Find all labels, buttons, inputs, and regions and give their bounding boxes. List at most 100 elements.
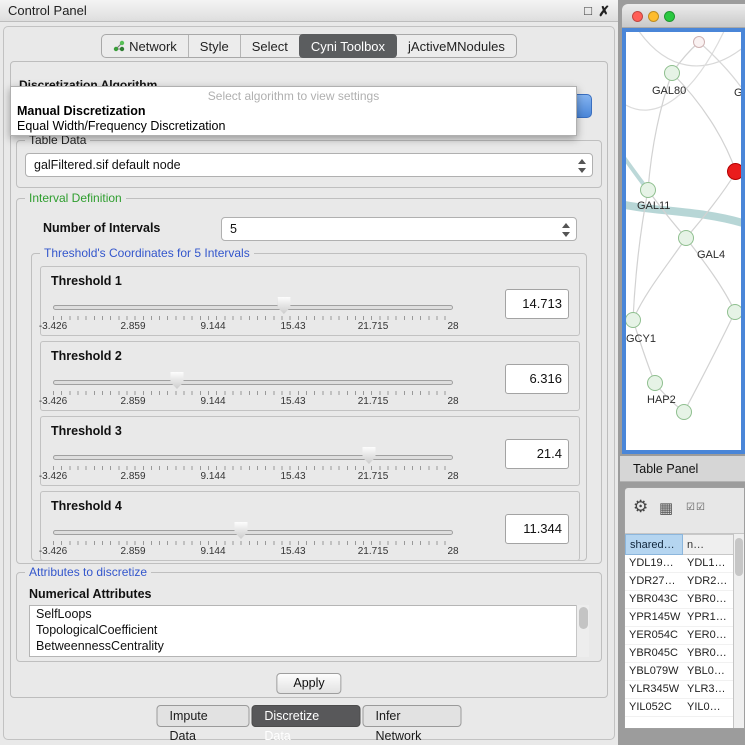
table-cell[interactable]: YER0… [683,627,735,644]
network-node[interactable] [676,404,692,420]
slider-track[interactable] [53,455,453,460]
network-node-gal11[interactable] [640,182,656,198]
float-window-icon[interactable]: □ [584,3,592,19]
attributes-scrollbar-thumb[interactable] [579,607,588,629]
table-row[interactable]: YBR043CYBR0… [625,591,735,609]
slider-track[interactable] [53,305,453,310]
tab-jactivemnodules[interactable]: jActiveMNodules [397,35,516,57]
table-cell[interactable]: YPR1… [683,609,735,626]
tab-select[interactable]: Select [240,35,299,57]
table-cell[interactable]: YDR27… [625,573,683,590]
table-cell[interactable]: YLR345W [625,681,683,698]
table-scrollbar[interactable] [733,534,744,728]
node-label-gcy1: GCY1 [626,333,656,345]
network-node-hap2[interactable] [647,375,663,391]
network-node-gal80[interactable] [664,65,680,81]
slider-scale-label: 2.859 [120,546,145,557]
threshold-slider[interactable]: -3.4262.8599.14415.4321.71528 [53,522,453,556]
threshold-value-box[interactable]: 6.316 [505,364,569,394]
table-row[interactable]: YPR145WYPR1… [625,609,735,627]
table-cell[interactable]: YBL0… [683,663,735,680]
network-icon [113,40,125,52]
interval-definition-group-label: Interval Definition [25,191,126,205]
table-row[interactable]: YER054CYER0… [625,627,735,645]
slider-scale-label: 21.715 [358,396,389,407]
minimize-traffic-light-icon[interactable] [648,11,659,22]
tab-discretize-data[interactable]: Discretize Data [251,705,360,727]
table-data-combobox[interactable]: galFiltered.sif default node [25,153,593,177]
combo-stepper-icon[interactable] [561,222,571,238]
table-cell[interactable]: YBR0… [683,591,735,608]
attribute-item[interactable]: SelfLoops [30,606,588,622]
network-node-gcy1[interactable] [625,312,641,328]
threshold-value-box[interactable]: 21.4 [505,439,569,469]
network-node-gal4[interactable] [678,230,694,246]
numerical-attributes-list[interactable]: SelfLoopsTopologicalCoefficientBetweenne… [29,605,589,657]
slider-thumb-icon[interactable] [235,522,248,539]
tab-style[interactable]: Style [188,35,240,57]
table-cell[interactable]: YBR043C [625,591,683,608]
tab-cyni-toolbox[interactable]: Cyni Toolbox [299,34,397,58]
tab-impute-data[interactable]: Impute Data [157,705,250,727]
slider-thumb-icon[interactable] [171,372,184,389]
dropdown-option-manual-discretization[interactable]: Manual Discretization [17,104,146,118]
threshold-value-box[interactable]: 11.344 [505,514,569,544]
network-canvas[interactable]: GAL80 GA GAL11 GAL4 GCY1 HAP2 [626,32,741,450]
column-header-name[interactable]: n… [683,534,735,555]
table-scrollbar-thumb[interactable] [735,538,743,576]
slider-scale-label: 9.144 [200,471,225,482]
table-cell[interactable]: YER054C [625,627,683,644]
dropdown-placeholder-option[interactable]: Select algorithm to view settings [11,89,576,103]
table-cell[interactable]: YLR3… [683,681,735,698]
close-traffic-light-icon[interactable] [632,11,643,22]
threshold-value-box[interactable]: 14.713 [505,289,569,319]
table-cell[interactable]: YBR0… [683,645,735,662]
combo-stepper-icon[interactable] [577,158,587,174]
tab-network[interactable]: Network [102,35,188,57]
table-cell[interactable]: YDL19… [625,555,683,572]
zoom-traffic-light-icon[interactable] [664,11,675,22]
number-of-intervals-combobox[interactable]: 5 [221,217,577,241]
table-cell[interactable]: YIL0… [683,699,735,716]
table-row[interactable]: YDR27…YDR2… [625,573,735,591]
close-window-icon[interactable]: ✗ [598,2,610,20]
attributes-scrollbar[interactable] [576,605,589,657]
table-row[interactable]: YBR045CYBR0… [625,645,735,663]
network-node[interactable] [727,304,743,320]
table-cell[interactable]: YBL079W [625,663,683,680]
slider-track[interactable] [53,380,453,385]
threshold-slider[interactable]: -3.4262.8599.14415.4321.71528 [53,372,453,406]
table-cell[interactable]: YDL1… [683,555,735,572]
apply-button[interactable]: Apply [276,673,341,694]
attribute-item[interactable]: TopologicalCoefficient [30,622,588,638]
table-row[interactable]: YLR345WYLR3… [625,681,735,699]
thresholds-group: Threshold's Coordinates for 5 Intervals … [31,253,587,561]
table-row[interactable]: YIL052CYIL0… [625,699,735,717]
numerical-attributes-header: Numerical Attributes [29,587,151,601]
algorithm-dropdown-popup: Select algorithm to view settings Manual… [10,86,577,136]
network-node[interactable] [693,36,705,48]
table-cell[interactable]: YDR2… [683,573,735,590]
table-cell[interactable]: YBR045C [625,645,683,662]
threshold-slider[interactable]: -3.4262.8599.14415.4321.71528 [53,447,453,481]
selected-network-node[interactable] [727,163,744,180]
column-header-shared-name[interactable]: shared… [625,534,683,555]
table-cell[interactable]: YPR145W [625,609,683,626]
attribute-item[interactable]: BetweennessCentrality [30,638,588,654]
slider-scale-label: 28 [447,321,458,332]
algorithm-combobox-partial[interactable] [576,94,592,118]
column-grid-icon[interactable]: ▦ [659,499,673,517]
slider-thumb-icon[interactable] [363,447,376,464]
threshold-slider[interactable]: -3.4262.8599.14415.4321.71528 [53,297,453,331]
checkboxes-icon[interactable]: ☑☑ [686,502,706,513]
slider-thumb-icon[interactable] [277,297,290,314]
table-row[interactable]: YDL19…YDL1… [625,555,735,573]
slider-track[interactable] [53,530,453,535]
tab-infer-network[interactable]: Infer Network [363,705,462,727]
table-cell[interactable]: YIL052C [625,699,683,716]
dropdown-option-equal-width-frequency[interactable]: Equal Width/Frequency Discretization [17,119,225,133]
table-row[interactable]: YBL079WYBL0… [625,663,735,681]
number-of-intervals-label: Number of Intervals [43,221,160,235]
tab-label: jActiveMNodules [408,39,505,54]
gear-icon[interactable]: ⚙ [633,497,648,517]
